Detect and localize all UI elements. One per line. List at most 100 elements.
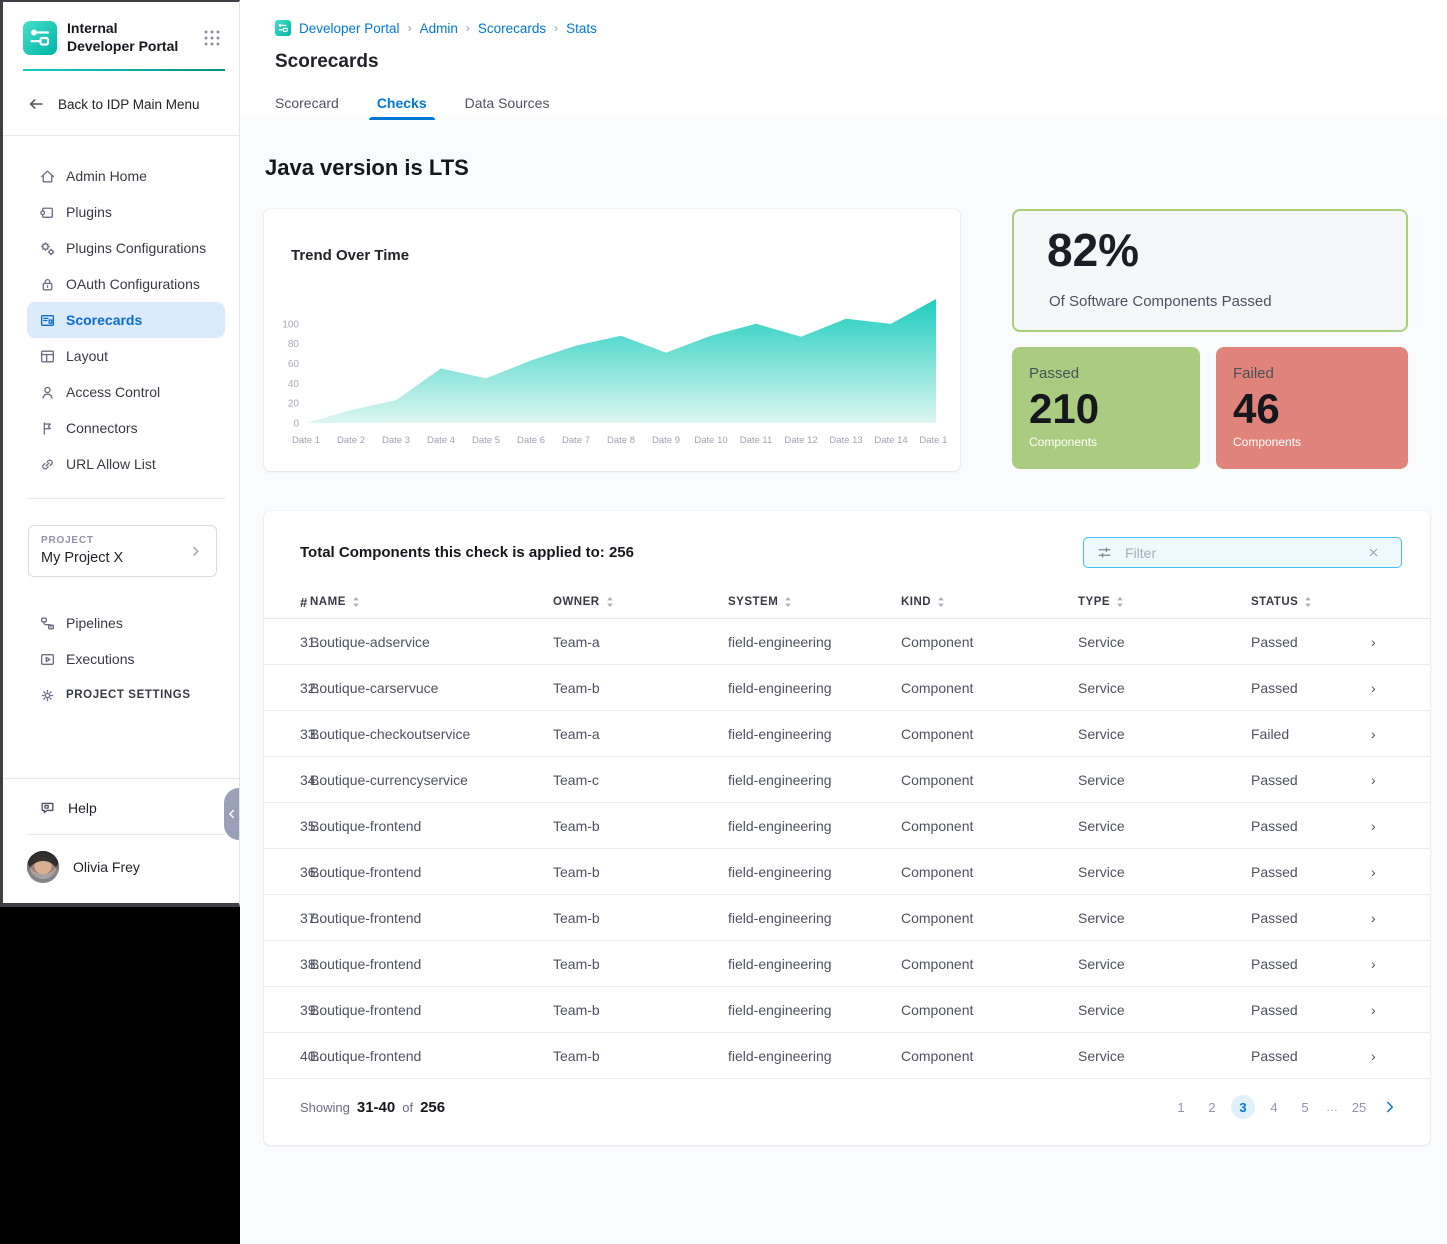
cell-status: Passed bbox=[1250, 941, 1370, 987]
pagination-next[interactable] bbox=[1378, 1095, 1402, 1119]
plugin-icon bbox=[39, 204, 56, 221]
cell-owner: Team-b bbox=[552, 849, 727, 895]
person-icon bbox=[39, 384, 56, 401]
sidebar-item-plugins-configurations[interactable]: Plugins Configurations bbox=[27, 230, 225, 266]
avatar bbox=[27, 851, 59, 883]
row-chevron-icon: › bbox=[1370, 1033, 1430, 1079]
table-row[interactable]: 35.Boutique-frontendTeam-bfield-engineer… bbox=[264, 803, 1430, 849]
breadcrumb-item-scorecards[interactable]: Scorecards bbox=[478, 21, 546, 36]
table-row[interactable]: 33.Boutique-checkoutserviceTeam-afield-e… bbox=[264, 711, 1430, 757]
table-summary: Total Components this check is applied t… bbox=[300, 544, 634, 561]
column-header-name[interactable]: NAME bbox=[309, 586, 552, 619]
cell-status: Passed bbox=[1250, 987, 1370, 1033]
sidebar-item-oauth-configurations[interactable]: OAuth Configurations bbox=[27, 266, 225, 302]
breadcrumb-separator: › bbox=[554, 21, 558, 35]
cell-type: Service bbox=[1077, 665, 1250, 711]
column-header-type[interactable]: TYPE bbox=[1077, 586, 1250, 619]
svg-text:Date 13: Date 13 bbox=[829, 435, 862, 446]
cell-name: Boutique-frontend bbox=[309, 895, 552, 941]
sidebar-item-label: Plugins Configurations bbox=[66, 240, 206, 256]
cell-name: Boutique-frontend bbox=[309, 803, 552, 849]
table-row[interactable]: 39.Boutique-frontendTeam-bfield-engineer… bbox=[264, 987, 1430, 1033]
column-label: STATUS bbox=[1251, 596, 1298, 608]
column-header-owner[interactable]: OWNER bbox=[552, 586, 727, 619]
sidebar-item-admin-home[interactable]: Admin Home bbox=[27, 158, 225, 194]
cell-owner: Team-b bbox=[552, 1033, 727, 1079]
sidebar-item-project-settings[interactable]: PROJECT SETTINGS bbox=[27, 677, 225, 713]
sidebar-item-executions[interactable]: Executions bbox=[27, 641, 225, 677]
user-menu[interactable]: Olivia Frey bbox=[3, 835, 239, 903]
sidebar-item-label: PROJECT SETTINGS bbox=[66, 689, 191, 701]
sidebar-item-access-control[interactable]: Access Control bbox=[27, 374, 225, 410]
chat-icon bbox=[39, 799, 56, 816]
sidebar-item-scorecards[interactable]: Scorecards bbox=[27, 302, 225, 338]
pass-rate-value: 82% bbox=[1047, 223, 1139, 277]
breadcrumb-item-developer-portal[interactable]: Developer Portal bbox=[299, 21, 400, 36]
sidebar-item-label: Executions bbox=[66, 651, 134, 667]
pagination-page-25[interactable]: 25 bbox=[1347, 1095, 1371, 1119]
sidebar: Internal Developer Portal Back to IDP Ma… bbox=[0, 0, 240, 907]
column-header-system[interactable]: SYSTEM bbox=[727, 586, 900, 619]
chevron-right-icon bbox=[188, 543, 204, 559]
sort-icon bbox=[937, 596, 945, 608]
sidebar-item-connectors[interactable]: Connectors bbox=[27, 410, 225, 446]
table-row[interactable]: 32.Boutique-carservuceTeam-bfield-engine… bbox=[264, 665, 1430, 711]
cell-system: field-engineering bbox=[727, 619, 900, 665]
table-body: 31.Boutique-adserviceTeam-afield-enginee… bbox=[264, 619, 1430, 1079]
sort-icon bbox=[784, 596, 792, 608]
column-label: NAME bbox=[310, 596, 346, 608]
cell-status: Passed bbox=[1250, 895, 1370, 941]
main-content: Java version is LTS Trend Over Time 0204… bbox=[240, 117, 1447, 1224]
cell-type: Service bbox=[1077, 1033, 1250, 1079]
filter-input[interactable] bbox=[1123, 544, 1366, 562]
breadcrumb-item-stats[interactable]: Stats bbox=[566, 21, 597, 36]
table-row[interactable]: 38.Boutique-frontendTeam-bfield-engineer… bbox=[264, 941, 1430, 987]
table-row[interactable]: 34.Boutique-currencyserviceTeam-cfield-e… bbox=[264, 757, 1430, 803]
pagination-page-3[interactable]: 3 bbox=[1231, 1095, 1255, 1119]
cell-type: Service bbox=[1077, 711, 1250, 757]
cell-num: 31. bbox=[264, 619, 309, 665]
cell-owner: Team-b bbox=[552, 987, 727, 1033]
column-label: # bbox=[300, 595, 308, 610]
svg-text:40: 40 bbox=[288, 379, 300, 390]
sidebar-item-layout[interactable]: Layout bbox=[27, 338, 225, 374]
pagination-page-2[interactable]: 2 bbox=[1200, 1095, 1224, 1119]
pipelines-icon bbox=[39, 615, 56, 632]
breadcrumb-item-admin[interactable]: Admin bbox=[420, 21, 458, 36]
close-icon[interactable] bbox=[1366, 545, 1381, 560]
row-chevron-icon: › bbox=[1370, 849, 1430, 895]
project-selector[interactable]: PROJECT My Project X bbox=[28, 525, 217, 577]
pagination-page-5[interactable]: 5 bbox=[1293, 1095, 1317, 1119]
table-footer: Showing 31-40 of 256 12345…25 bbox=[264, 1079, 1430, 1119]
table-row[interactable]: 37.Boutique-frontendTeam-bfield-engineer… bbox=[264, 895, 1430, 941]
gear-icon bbox=[39, 687, 56, 704]
cell-system: field-engineering bbox=[727, 895, 900, 941]
cell-status: Passed bbox=[1250, 803, 1370, 849]
table-row[interactable]: 36.Boutique-frontendTeam-bfield-engineer… bbox=[264, 849, 1430, 895]
column-header-kind[interactable]: KIND bbox=[900, 586, 1077, 619]
help-label: Help bbox=[68, 800, 97, 816]
sidebar-item-url-allow-list[interactable]: URL Allow List bbox=[27, 446, 225, 482]
sidebar-item-label: Admin Home bbox=[66, 168, 147, 184]
sidebar-item-plugins[interactable]: Plugins bbox=[27, 194, 225, 230]
sidebar-item-pipelines[interactable]: Pipelines bbox=[27, 605, 225, 641]
cell-system: field-engineering bbox=[727, 849, 900, 895]
row-chevron-icon: › bbox=[1370, 941, 1430, 987]
column-header-status[interactable]: STATUS bbox=[1250, 586, 1370, 619]
svg-text:Date 5: Date 5 bbox=[472, 435, 500, 446]
failed-unit: Components bbox=[1233, 435, 1408, 449]
app-grid-icon[interactable] bbox=[199, 25, 225, 51]
svg-text:Date 8: Date 8 bbox=[607, 435, 635, 446]
row-chevron-icon: › bbox=[1370, 757, 1430, 803]
pagination-page-1[interactable]: 1 bbox=[1169, 1095, 1193, 1119]
check-title: Java version is LTS bbox=[265, 155, 469, 181]
cell-status: Passed bbox=[1250, 757, 1370, 803]
pagination-page-4[interactable]: 4 bbox=[1262, 1095, 1286, 1119]
table-row[interactable]: 40.Boutique-frontendTeam-bfield-engineer… bbox=[264, 1033, 1430, 1079]
sidebar-collapse-handle[interactable] bbox=[224, 788, 239, 840]
back-to-main-menu-link[interactable]: Back to IDP Main Menu bbox=[3, 71, 239, 136]
table-row[interactable]: 31.Boutique-adserviceTeam-afield-enginee… bbox=[264, 619, 1430, 665]
help-button[interactable]: Help bbox=[3, 779, 239, 834]
svg-text:Date 6: Date 6 bbox=[517, 435, 545, 446]
sidebar-nav: Admin Home Plugins Plugins Configurations O… bbox=[3, 136, 239, 499]
